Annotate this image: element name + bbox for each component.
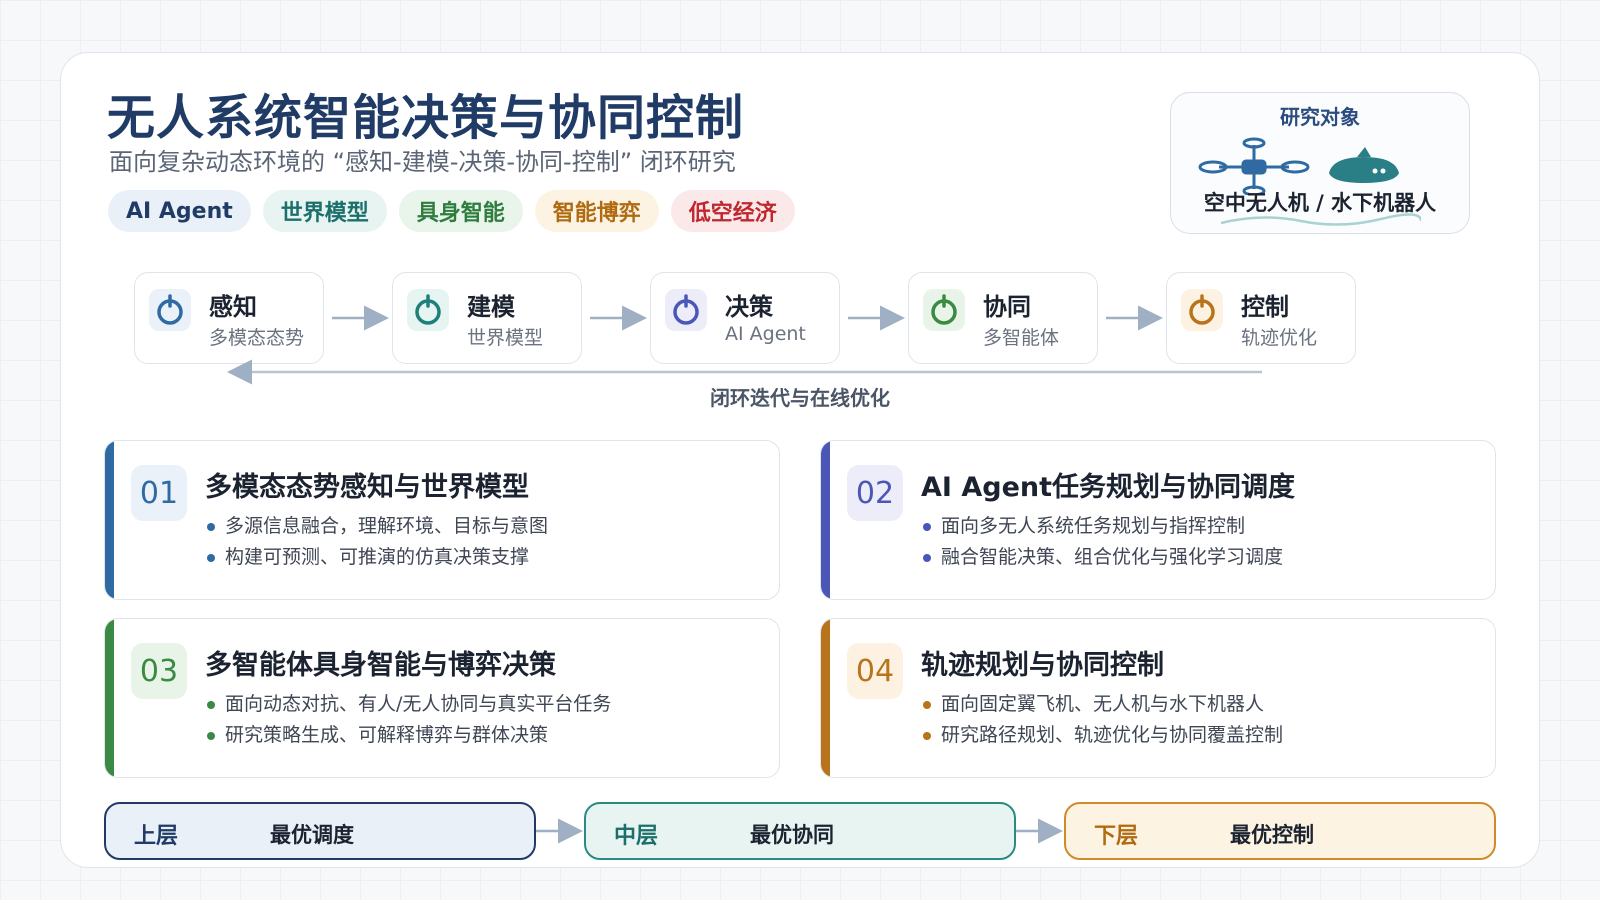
point-text: 研究策略生成、可解释博弈与群体决策 [225,724,549,746]
bullet-dot [923,701,931,709]
power-ring-icon [931,294,957,325]
stage-icon-box [149,289,191,331]
stage-icon-box [665,289,707,331]
keyword-tags: AI Agent 世界模型 具身智能 智能博弈 低空经济 [108,190,795,232]
page-title: 无人系统智能决策与协同控制 [107,90,745,146]
bullet-dot [207,701,215,709]
loop-label: 闭环迭代与在线优化 [710,386,890,410]
stage-decision: 决策 AI Agent [650,272,840,364]
bullet-dot [923,732,931,740]
stage-subtitle: 轨迹优化 [1241,327,1318,349]
stage-subtitle: 多模态态势 [209,327,305,349]
point-text: 研究路径规划、轨迹优化与协同覆盖控制 [941,724,1284,746]
topic-number: 02 [847,465,903,521]
list-item: 面向固定翼飞机、无人机与水下机器人 [921,689,1283,720]
bullet-dot [923,554,931,562]
point-text: 多源信息融合，理解环境、目标与意图 [225,515,549,537]
tag-embodied-intelligence: 具身智能 [398,190,523,232]
power-ring-icon [1189,294,1215,325]
stage-name: 建模 [467,293,515,321]
list-item: 研究路径规划、轨迹优化与协同覆盖控制 [921,720,1283,751]
bullet-dot [923,523,931,531]
topic-title: 轨迹规划与协同控制 [921,650,1164,681]
stage-icon-box [407,289,449,331]
tag-world-model: 世界模型 [262,190,387,232]
layer-description: 最优协同 [750,823,834,847]
topic-accent-bar [105,619,114,777]
list-item: 面向动态对抗、有人/无人协同与真实平台任务 [205,689,611,720]
bullet-dot [207,554,215,562]
topic-title: 多智能体具身智能与博弈决策 [205,650,556,681]
stage-subtitle: AI Agent [725,323,806,345]
list-item: 构建可预测、可推演的仿真决策支撑 [205,542,548,573]
point-text: 面向多无人系统任务规划与指挥控制 [941,515,1246,537]
tag-low-altitude-economy: 低空经济 [670,190,795,232]
power-ring-icon [157,294,183,325]
stage-icon-box [1181,289,1223,331]
power-ring-icon [415,294,441,325]
topic-title: AI Agent任务规划与协同调度 [921,472,1296,503]
stage-perception: 感知 多模态态势 [134,272,324,364]
topic-number: 03 [131,643,187,699]
stage-name: 感知 [209,293,257,321]
stage-subtitle: 世界模型 [467,327,544,349]
layer-name: 上层 [134,824,179,849]
topic-accent-bar [821,619,830,777]
topic-card-03: 03 多智能体具身智能与博弈决策 面向动态对抗、有人/无人协同与真实平台任务 研… [104,618,780,778]
topic-accent-bar [105,441,114,599]
list-item: 多源信息融合，理解环境、目标与意图 [205,511,548,542]
layer-description: 最优控制 [1230,823,1314,847]
point-text: 构建可预测、可推演的仿真决策支撑 [225,546,530,568]
stage-icon-box [923,289,965,331]
topic-number: 01 [131,465,187,521]
bullet-dot [207,732,215,740]
topic-points: 面向固定翼飞机、无人机与水下机器人 研究路径规划、轨迹优化与协同覆盖控制 [921,689,1283,751]
layer-name: 下层 [1094,824,1139,849]
research-target-icons [1198,137,1399,195]
topic-card-04: 04 轨迹规划与协同控制 面向固定翼飞机、无人机与水下机器人 研究路径规划、轨迹… [820,618,1496,778]
bullet-dot [207,523,215,531]
point-text: 融合智能决策、组合优化与强化学习调度 [941,546,1284,568]
stage-modeling: 建模 世界模型 [392,272,582,364]
point-text: 面向动态对抗、有人/无人协同与真实平台任务 [225,693,612,715]
layer-middle: 中层 最优协同 [584,802,1016,860]
topic-card-01: 01 多模态态势感知与世界模型 多源信息融合，理解环境、目标与意图 构建可预测、… [104,440,780,600]
topic-points: 多源信息融合，理解环境、目标与意图 构建可预测、可推演的仿真决策支撑 [205,511,548,573]
power-ring-icon [673,294,699,325]
topic-number: 04 [847,643,903,699]
stage-name: 决策 [725,293,773,321]
research-target-box: 研究对象 空中无人机 / 水下机器人 [1170,92,1470,234]
list-item: 面向多无人系统任务规划与指挥控制 [921,511,1283,542]
topic-card-02: 02 AI Agent任务规划与协同调度 面向多无人系统任务规划与指挥控制 融合… [820,440,1496,600]
wave-decoration [1221,213,1421,226]
stage-name: 控制 [1241,293,1289,321]
submarine-icon [1329,147,1399,183]
topic-accent-bar [821,441,830,599]
layer-description: 最优调度 [270,823,354,847]
point-text: 面向固定翼飞机、无人机与水下机器人 [941,693,1265,715]
layer-upper: 上层 最优调度 [104,802,536,860]
stage-collaboration: 协同 多智能体 [908,272,1098,364]
topic-title: 多模态态势感知与世界模型 [205,472,529,503]
stage-control: 控制 轨迹优化 [1166,272,1356,364]
stage-name: 协同 [983,293,1031,321]
list-item: 研究策略生成、可解释博弈与群体决策 [205,720,611,751]
topic-points: 面向动态对抗、有人/无人协同与真实平台任务 研究策略生成、可解释博弈与群体决策 [205,689,611,751]
layer-name: 中层 [614,824,659,849]
list-item: 融合智能决策、组合优化与强化学习调度 [921,542,1283,573]
topic-points: 面向多无人系统任务规划与指挥控制 融合智能决策、组合优化与强化学习调度 [921,511,1283,573]
tag-intelligent-game: 智能博弈 [534,190,659,232]
page-subtitle: 面向复杂动态环境的 “感知-建模-决策-协同-控制” 闭环研究 [109,148,736,176]
tag-ai-agent: AI Agent [108,190,251,232]
layer-lower: 下层 最优控制 [1064,802,1496,860]
stage-subtitle: 多智能体 [983,327,1060,349]
